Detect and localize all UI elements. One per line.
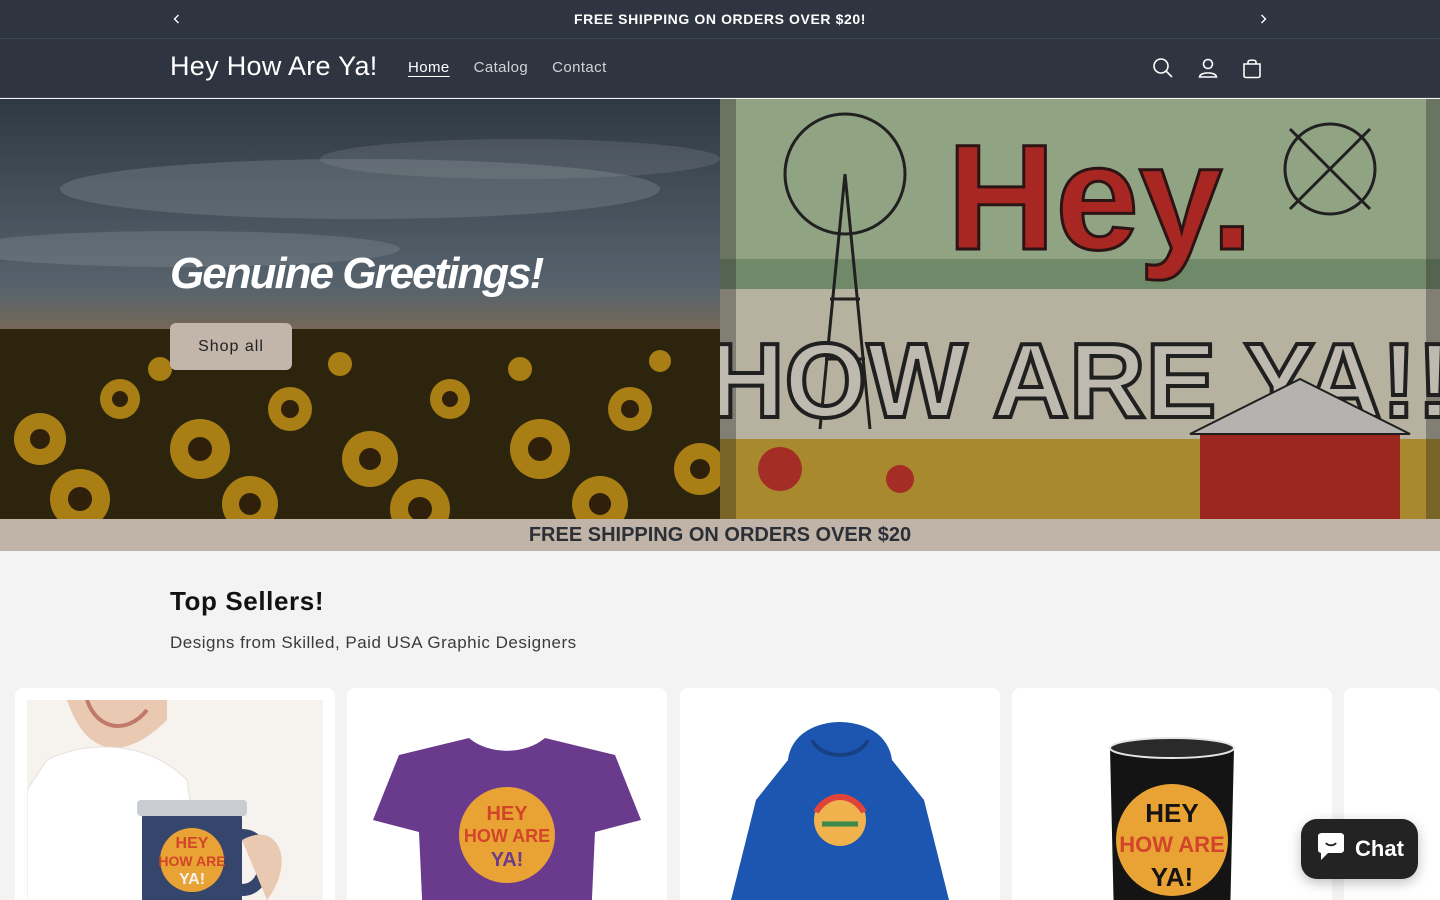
product-image-tshirt[interactable]: HEY HOW ARE YA! — [359, 700, 655, 900]
nav-catalog[interactable]: Catalog — [462, 59, 541, 76]
shop-all-button[interactable]: Shop all — [170, 323, 292, 370]
chevron-right-icon[interactable] — [1253, 9, 1273, 29]
product-art-line: HOW ARE — [464, 826, 550, 846]
hero-banner: Hey. HOW ARE YA!! Genuine Greetings! Sho… — [0, 99, 1440, 519]
product-card[interactable]: HEY HOW ARE YA! — [1012, 688, 1332, 900]
search-icon[interactable] — [1150, 55, 1176, 81]
product-art-line: HEY — [176, 835, 209, 852]
cart-icon[interactable] — [1239, 55, 1265, 81]
product-image-mug[interactable]: HEY HOW ARE YA! — [1024, 700, 1320, 900]
chat-label: Chat — [1355, 836, 1404, 861]
main-nav: Home Catalog Contact — [396, 59, 619, 76]
product-card[interactable] — [680, 688, 1000, 900]
product-art-line: YA! — [491, 849, 524, 871]
announcement-text: FREE SHIPPING ON ORDERS OVER $20! — [573, 11, 867, 27]
product-art-line: YA! — [1151, 862, 1193, 892]
hero-title: Genuine Greetings! — [170, 249, 544, 298]
chat-bubble-icon — [1315, 832, 1347, 867]
product-card[interactable]: HEY HOW ARE YA! — [347, 688, 667, 900]
chevron-left-icon[interactable] — [167, 9, 187, 29]
product-art-line: YA! — [179, 871, 205, 888]
product-card[interactable]: HEY HOW ARE YA! — [15, 688, 335, 900]
product-art-line: HEY — [1145, 798, 1198, 828]
site-header: Hey How Are Ya! Home Catalog Contact — [0, 38, 1440, 98]
shipping-banner-text: FREE SHIPPING ON ORDERS OVER $20 — [528, 523, 912, 546]
product-image-hoodie[interactable] — [692, 700, 988, 900]
product-art-line: HEY — [486, 803, 528, 825]
hero-overlay — [0, 99, 1440, 519]
shipping-banner: FREE SHIPPING ON ORDERS OVER $20 — [0, 519, 1440, 551]
product-art-line: HOW ARE — [158, 853, 225, 869]
store-logo[interactable]: Hey How Are Ya! — [170, 51, 378, 82]
nav-contact[interactable]: Contact — [540, 59, 619, 76]
chat-button[interactable]: Chat — [1301, 819, 1418, 879]
section-subtitle: Designs from Skilled, Paid USA Graphic D… — [170, 633, 577, 652]
account-icon[interactable] — [1195, 55, 1221, 81]
nav-home[interactable]: Home — [396, 59, 462, 76]
product-image-tumbler[interactable]: HEY HOW ARE YA! — [27, 700, 323, 900]
product-art-line: HOW ARE — [1119, 832, 1225, 857]
announcement-bar: FREE SHIPPING ON ORDERS OVER $20! — [0, 0, 1440, 38]
section-title: Top Sellers! — [170, 586, 325, 616]
